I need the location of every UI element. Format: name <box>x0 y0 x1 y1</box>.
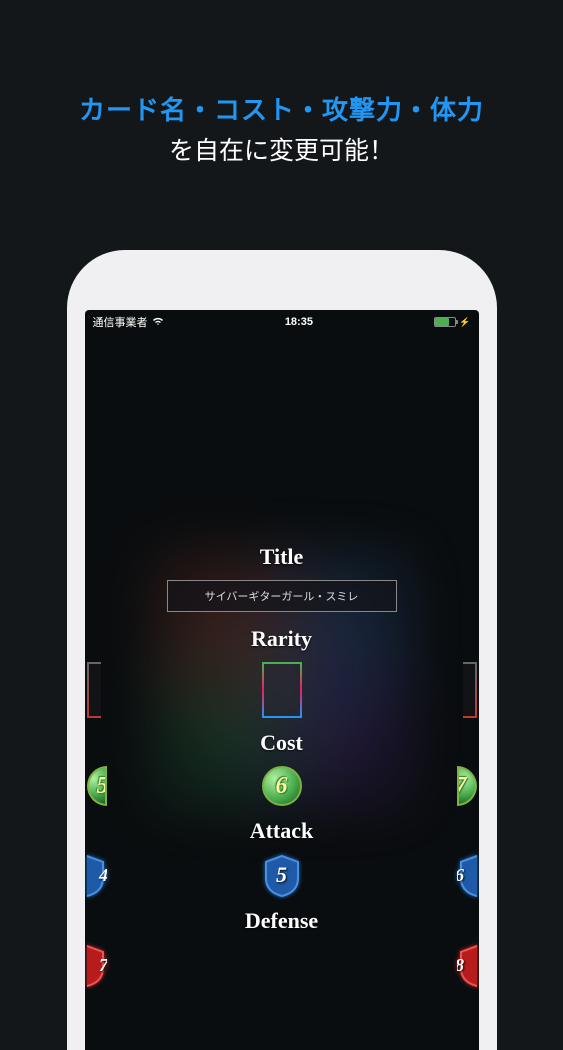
promo-heading-white: を自在に変更可能！ <box>0 131 563 167</box>
attack-option-prev[interactable]: 4 <box>87 854 107 898</box>
defense-option-next[interactable]: 8 <box>457 944 477 988</box>
rarity-section-label: Rarity <box>85 626 479 652</box>
cost-option-prev[interactable]: 5 <box>87 766 107 806</box>
phone-frame: 通信事業者 18:35 ⚡ Title サイバーギターガール・スミレ Rarit… <box>67 250 497 1050</box>
promo-heading-blue: カード名・コスト・攻撃力・体力 <box>0 90 563 127</box>
rarity-selector[interactable] <box>85 662 479 718</box>
cost-selector[interactable]: 5 6 7 <box>85 766 479 806</box>
cost-section-label: Cost <box>85 730 479 756</box>
status-left: 通信事業者 <box>93 314 164 330</box>
attack-option-next[interactable]: 6 <box>457 854 477 898</box>
cost-option-next[interactable]: 7 <box>457 766 477 806</box>
charging-icon: ⚡ <box>459 317 470 328</box>
attack-section-label: Attack <box>85 818 479 844</box>
defense-option-prev[interactable]: 7 <box>87 944 107 988</box>
rarity-option-next[interactable] <box>463 662 477 718</box>
defense-section-label: Defense <box>85 908 479 934</box>
carrier-label: 通信事業者 <box>93 314 148 330</box>
rarity-option-prev[interactable] <box>87 662 101 718</box>
attack-selector[interactable]: 4 5 6 <box>85 854 479 898</box>
card-editor: Title サイバーギターガール・スミレ Rarity Cost 5 6 7 A… <box>85 334 479 988</box>
defense-selector[interactable]: 7 8 <box>85 944 479 988</box>
battery-icon <box>434 317 456 327</box>
card-title-input[interactable]: サイバーギターガール・スミレ <box>167 580 397 612</box>
phone-screen: 通信事業者 18:35 ⚡ Title サイバーギターガール・スミレ Rarit… <box>85 310 479 1050</box>
wifi-icon <box>152 316 164 329</box>
title-section-label: Title <box>85 544 479 570</box>
status-time: 18:35 <box>285 316 313 328</box>
status-bar: 通信事業者 18:35 ⚡ <box>85 310 479 334</box>
status-right: ⚡ <box>434 317 470 328</box>
promo-text: カード名・コスト・攻撃力・体力 を自在に変更可能！ <box>0 0 563 167</box>
rarity-option-selected[interactable] <box>262 662 302 718</box>
cost-option-selected[interactable]: 6 <box>262 766 302 806</box>
attack-option-selected[interactable]: 5 <box>262 854 302 898</box>
